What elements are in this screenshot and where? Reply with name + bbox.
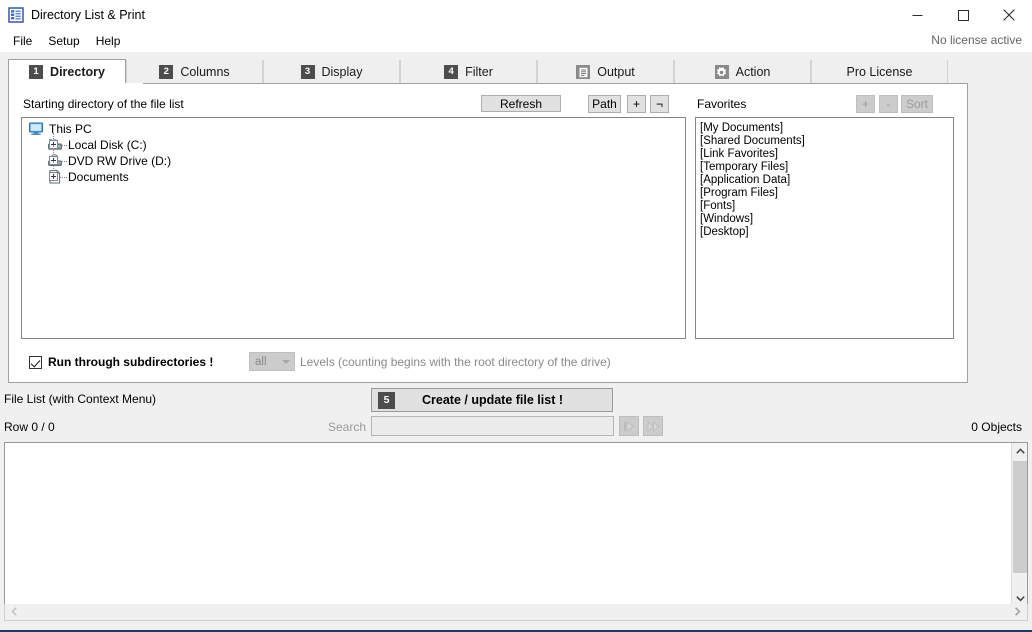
- maximize-button[interactable]: [940, 0, 986, 30]
- window-controls: [894, 0, 1032, 30]
- scroll-right-icon[interactable]: [1009, 604, 1026, 619]
- list-item[interactable]: [Program Files]: [698, 187, 953, 200]
- add-path-button[interactable]: +: [627, 95, 646, 113]
- tab-directory[interactable]: 1 Directory: [8, 59, 126, 84]
- tab-badge-3: 3: [300, 65, 315, 79]
- scroll-up-icon[interactable]: [1012, 443, 1028, 460]
- list-item[interactable]: [Shared Documents]: [698, 135, 953, 148]
- favorites-label: Favorites: [697, 97, 747, 111]
- application-window: Directory List & Print File Setup Help N…: [0, 0, 1032, 632]
- tab-label-output: Output: [597, 65, 635, 79]
- list-item[interactable]: [My Documents]: [698, 122, 953, 135]
- scrollbar-thumb[interactable]: [1013, 461, 1027, 573]
- minimize-button[interactable]: [894, 0, 940, 30]
- tab-output[interactable]: Output: [537, 60, 674, 84]
- tab-list: 1 Directory 2 Columns 3 Display 4 Filter: [8, 59, 948, 84]
- search-input[interactable]: [371, 416, 614, 436]
- list-item[interactable]: [Fonts]: [698, 200, 953, 213]
- tab-strip: 1 Directory 2 Columns 3 Display 4 Filter: [0, 52, 1032, 84]
- chevron-down-icon: [282, 360, 290, 364]
- file-list-label: File List (with Context Menu): [4, 392, 157, 406]
- object-count: 0 Objects: [971, 420, 1022, 434]
- tab-label-display: Display: [321, 65, 363, 79]
- play-to-start-icon[interactable]: [619, 416, 639, 436]
- menu-bar: File Setup Help No license active: [0, 30, 1032, 52]
- tree-connector-dash: [60, 177, 67, 178]
- tree-node-dvd-rw-drive-d[interactable]: DVD RW Drive (D:): [22, 145, 685, 169]
- list-item[interactable]: [Application Data]: [698, 174, 953, 187]
- search-label: Search: [328, 420, 367, 434]
- close-button[interactable]: [986, 0, 1032, 30]
- monitor-icon: [28, 121, 44, 137]
- list-item[interactable]: [Link Favorites]: [698, 148, 953, 161]
- favorites-sort-button[interactable]: Sort: [901, 95, 933, 113]
- license-status-text: No license active: [931, 33, 1022, 47]
- tree-label: Local Disk (C:): [68, 138, 147, 152]
- tab-action[interactable]: Action: [674, 60, 811, 84]
- path-button[interactable]: Path: [588, 95, 621, 113]
- panel-top-border: [8, 83, 968, 84]
- levels-value: all: [255, 355, 267, 368]
- app-list-icon: [8, 7, 24, 23]
- tree-label: This PC: [49, 122, 92, 136]
- run-subdirectories-label: Run through subdirectories !: [48, 355, 214, 369]
- tree-node-this-pc[interactable]: This PC: [22, 121, 685, 137]
- scroll-left-icon[interactable]: [6, 604, 23, 619]
- starting-directory-label: Starting directory of the file list: [23, 97, 184, 111]
- levels-label: Levels: [300, 355, 335, 369]
- menu-item-file[interactable]: File: [6, 32, 39, 51]
- tree-connector-dash: [60, 145, 67, 146]
- create-label: Create / update file list !: [421, 393, 563, 407]
- tab-badge-4: 4: [444, 65, 459, 79]
- tab-display[interactable]: 3 Display: [263, 60, 400, 84]
- list-item[interactable]: [Temporary Files]: [698, 161, 953, 174]
- checkbox-icon[interactable]: [29, 355, 42, 369]
- window-title: Directory List & Print: [31, 8, 145, 22]
- tab-label-columns: Columns: [180, 65, 230, 79]
- tab-label-pro-license: Pro License: [846, 65, 913, 79]
- tree-connector-dash: [60, 161, 67, 162]
- list-item[interactable]: [Windows]: [698, 213, 953, 226]
- create-update-file-list-button[interactable]: 5 Create / update file list !: [371, 388, 613, 412]
- tab-pro-license[interactable]: Pro License: [811, 60, 948, 84]
- tab-badge-1: 1: [29, 65, 44, 79]
- horizontal-scrollbar[interactable]: [4, 604, 1028, 621]
- levels-dropdown[interactable]: all: [249, 352, 295, 371]
- create-badge: 5: [378, 391, 395, 409]
- fast-forward-icon[interactable]: [643, 416, 663, 436]
- gear-icon: [714, 65, 729, 79]
- document-icon: [576, 65, 591, 79]
- tree-node-documents[interactable]: Documents: [22, 161, 685, 185]
- active-tab-gap: [25, 83, 143, 84]
- tab-label-action: Action: [735, 65, 771, 79]
- menu-item-setup[interactable]: Setup: [41, 32, 86, 51]
- exclude-path-button[interactable]: ¬: [650, 95, 669, 113]
- tree-label: DVD RW Drive (D:): [68, 154, 172, 168]
- tab-columns[interactable]: 2 Columns: [126, 60, 263, 84]
- vertical-scrollbar[interactable]: [1011, 443, 1027, 607]
- tab-label-filter: Filter: [465, 65, 493, 79]
- run-subdirectories-checkbox[interactable]: Run through subdirectories !: [29, 355, 213, 369]
- list-item[interactable]: [Desktop]: [698, 226, 953, 239]
- tab-badge-2: 2: [159, 65, 174, 79]
- tree-label: Documents: [68, 170, 129, 184]
- directory-tree[interactable]: This PC Local Disk (C:) DVD RW Drive (D:…: [21, 117, 686, 339]
- menu-item-help[interactable]: Help: [89, 32, 128, 51]
- expand-icon[interactable]: [49, 172, 58, 181]
- levels-hint-text: (counting begins with the root directory…: [338, 355, 611, 369]
- tab-label-directory: Directory: [50, 65, 105, 79]
- favorites-list[interactable]: [My Documents] [Shared Documents] [Link …: [695, 117, 954, 339]
- tab-filter[interactable]: 4 Filter: [400, 60, 537, 84]
- refresh-button[interactable]: Refresh: [481, 95, 561, 112]
- file-list-output-area[interactable]: [4, 442, 1028, 608]
- row-counter: Row 0 / 0: [4, 420, 55, 434]
- favorites-add-button[interactable]: +: [856, 95, 875, 113]
- tree-node-local-disk-c[interactable]: Local Disk (C:): [22, 133, 685, 153]
- favorites-remove-button[interactable]: -: [879, 95, 898, 113]
- title-bar: Directory List & Print: [0, 0, 1032, 30]
